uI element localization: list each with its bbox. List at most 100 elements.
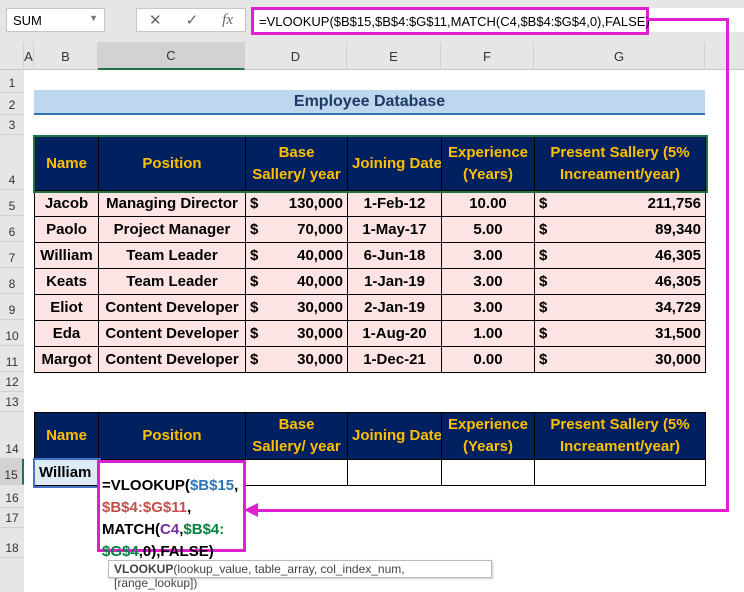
base-value: 130,000	[289, 195, 343, 212]
cell-base[interactable]: $30,000	[246, 321, 348, 347]
row-header[interactable]: 10	[0, 320, 24, 346]
base-value: 40,000	[297, 247, 343, 264]
row-header[interactable]: 3	[0, 115, 24, 135]
cell[interactable]	[348, 460, 442, 486]
row-header[interactable]: 16	[0, 485, 24, 508]
enter-icon[interactable]: ✓	[186, 11, 199, 29]
cell-date[interactable]: 2-Jan-19	[348, 295, 442, 321]
row-header[interactable]: 5	[0, 190, 24, 216]
page-title: Employee Database	[34, 90, 705, 115]
row-header[interactable]: 2	[0, 93, 24, 115]
arrow-line	[252, 509, 729, 512]
cell-base[interactable]: $30,000	[246, 347, 348, 373]
cell-name[interactable]: Jacob	[35, 191, 99, 217]
cell-exp[interactable]: 3.00	[442, 269, 535, 295]
present-value: 89,340	[655, 221, 701, 238]
cell-present[interactable]: $30,000	[535, 347, 706, 373]
cell-exp[interactable]: 5.00	[442, 217, 535, 243]
cell-date[interactable]: 1-Aug-20	[348, 321, 442, 347]
cell-present[interactable]: $89,340	[535, 217, 706, 243]
row-header[interactable]: 9	[0, 294, 24, 320]
cell-name[interactable]: Eda	[35, 321, 99, 347]
cell-exp[interactable]: 1.00	[442, 321, 535, 347]
cell-present[interactable]: $211,756	[535, 191, 706, 217]
cell-exp[interactable]: 3.00	[442, 243, 535, 269]
cell-name[interactable]: Margot	[35, 347, 99, 373]
formula-token: ,FALSE)	[156, 543, 214, 560]
cell-present[interactable]: $34,729	[535, 295, 706, 321]
currency-symbol: $	[539, 273, 547, 290]
cell-exp[interactable]: 0.00	[442, 347, 535, 373]
cell-date[interactable]: 1-Dec-21	[348, 347, 442, 373]
cell-present[interactable]: $46,305	[535, 269, 706, 295]
cell-position[interactable]: Content Developer	[99, 321, 246, 347]
cell-base[interactable]: $40,000	[246, 243, 348, 269]
cell-base[interactable]: $70,000	[246, 217, 348, 243]
cell-date[interactable]: 1-Feb-12	[348, 191, 442, 217]
formula-input[interactable]: =VLOOKUP($B$15,$B$4:$G$11,MATCH(C4,$B$4:…	[251, 7, 649, 35]
arrow-line	[726, 18, 729, 511]
cell-name[interactable]: Eliot	[35, 295, 99, 321]
col-header-e[interactable]: E	[347, 42, 441, 70]
col-header-c[interactable]: C	[98, 42, 245, 70]
cell-present[interactable]: $46,305	[535, 243, 706, 269]
name-box[interactable]: SUM▼	[6, 8, 105, 32]
row-header[interactable]: 13	[0, 392, 24, 412]
currency-symbol: $	[250, 351, 258, 368]
cell-date[interactable]: 1-Jan-19	[348, 269, 442, 295]
cell-exp[interactable]: 10.00	[442, 191, 535, 217]
header-exp: Experience (Years)	[442, 137, 535, 191]
row-header[interactable]: 1	[0, 70, 24, 93]
present-value: 211,756	[648, 195, 701, 212]
cell-present[interactable]: $31,500	[535, 321, 706, 347]
cell-base[interactable]: $40,000	[246, 269, 348, 295]
row-header[interactable]: 14	[0, 412, 24, 459]
table-row: Eliot Content Developer $30,000 2-Jan-19…	[35, 295, 706, 321]
column-headers: A B C D E F G	[0, 42, 744, 70]
cell-position[interactable]: Content Developer	[99, 347, 246, 373]
col-header-d[interactable]: D	[245, 42, 347, 70]
cell-name[interactable]: Keats	[35, 269, 99, 295]
cell-base[interactable]: $130,000	[246, 191, 348, 217]
formula-edit-cell[interactable]: =VLOOKUP($B$15, $B$4:$G$11, MATCH(C4,$B$…	[97, 460, 246, 552]
fx-icon[interactable]: fx	[222, 12, 233, 29]
lookup-name-cell[interactable]: William	[35, 460, 99, 486]
cell-base[interactable]: $30,000	[246, 295, 348, 321]
col-header-f[interactable]: F	[441, 42, 534, 70]
col-header-g[interactable]: G	[534, 42, 705, 70]
cell[interactable]	[442, 460, 535, 486]
cell-date[interactable]: 6-Jun-18	[348, 243, 442, 269]
cell[interactable]	[246, 460, 348, 486]
chevron-down-icon[interactable]: ▼	[89, 13, 98, 23]
row-header[interactable]: 12	[0, 372, 24, 392]
row-header[interactable]: 6	[0, 216, 24, 242]
row-header[interactable]: 15	[0, 459, 24, 485]
row-header[interactable]: 18	[0, 528, 24, 558]
cell-position[interactable]: Team Leader	[99, 269, 246, 295]
col-header-a[interactable]: A	[24, 42, 34, 70]
present-value: 46,305	[655, 247, 701, 264]
present-value: 31,500	[655, 325, 701, 342]
cell-position[interactable]: Team Leader	[99, 243, 246, 269]
cell[interactable]	[535, 460, 706, 486]
cell-position[interactable]: Project Manager	[99, 217, 246, 243]
cancel-icon[interactable]: ✕	[149, 11, 162, 29]
select-all-corner[interactable]	[0, 42, 24, 70]
table-row: William Team Leader $40,000 6-Jun-18 3.0…	[35, 243, 706, 269]
cell-exp[interactable]: 3.00	[442, 295, 535, 321]
cell-position[interactable]: Content Developer	[99, 295, 246, 321]
row-header[interactable]: 11	[0, 346, 24, 372]
tooltip-function[interactable]: VLOOKUP	[114, 562, 173, 576]
row-header[interactable]: 17	[0, 508, 24, 528]
cell-date[interactable]: 1-May-17	[348, 217, 442, 243]
cell-name[interactable]: Paolo	[35, 217, 99, 243]
formula-buttons: ✕ ✓ fx	[136, 8, 246, 32]
header-position: Position	[99, 413, 246, 460]
row-header[interactable]: 7	[0, 242, 24, 268]
cell-position[interactable]: Managing Director	[99, 191, 246, 217]
cell-name[interactable]: William	[35, 243, 99, 269]
col-header-b[interactable]: B	[34, 42, 98, 70]
currency-symbol: $	[250, 247, 258, 264]
row-header[interactable]: 8	[0, 268, 24, 294]
row-header[interactable]: 4	[0, 135, 24, 190]
